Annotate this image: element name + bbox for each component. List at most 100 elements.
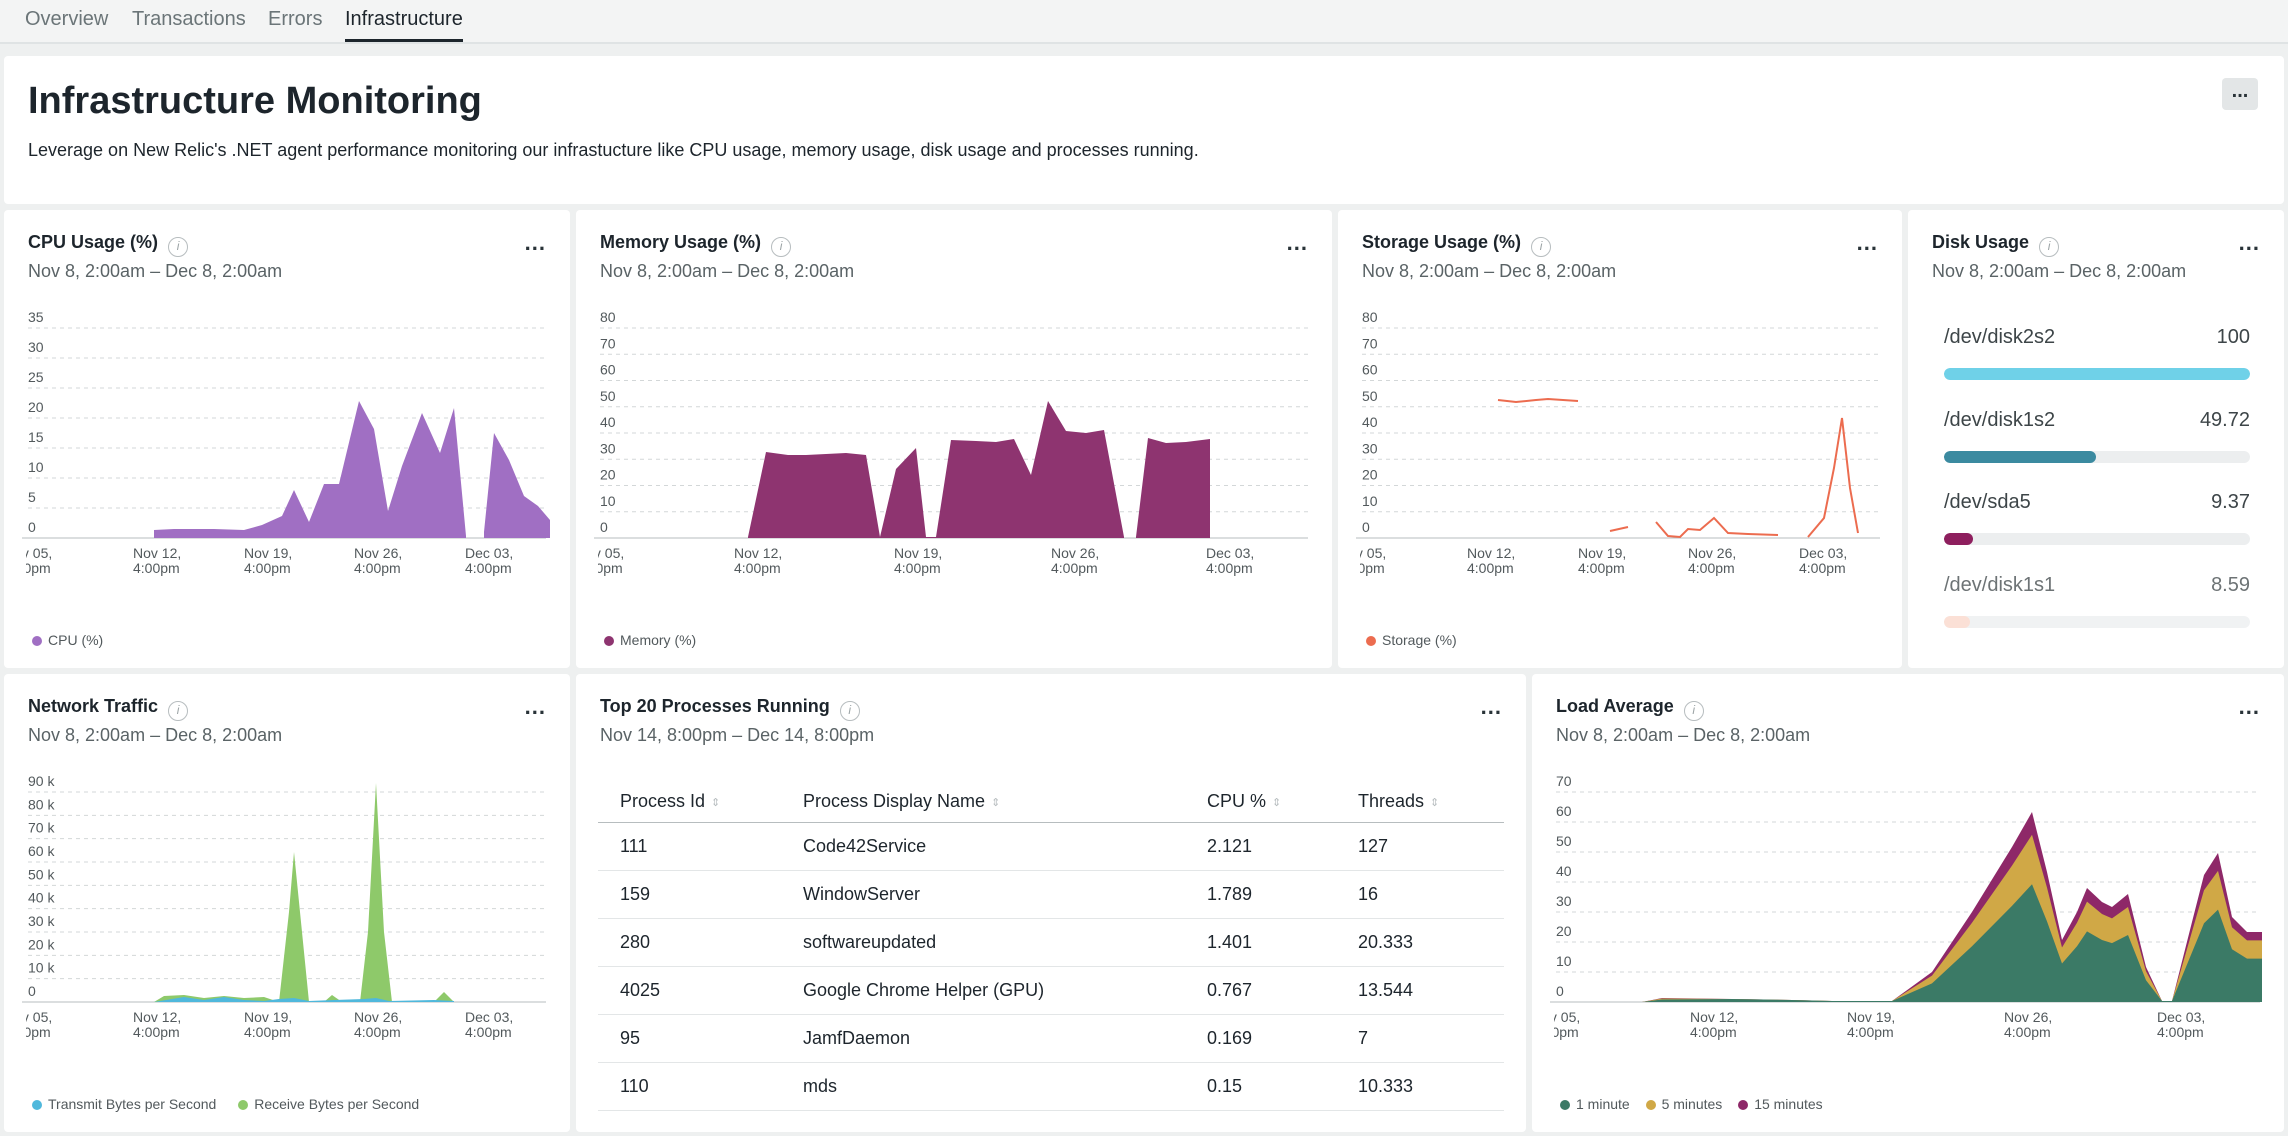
x-tick-label: Nov 19, <box>1847 1009 1895 1025</box>
widget-menu-button[interactable]: ... <box>1481 694 1502 720</box>
x-tick-label: 4:00pm <box>1578 560 1625 576</box>
y-tick-label: 50 <box>1362 388 1378 404</box>
widget-menu-button[interactable]: ... <box>2239 694 2260 720</box>
y-tick-label: 40 <box>600 414 616 430</box>
widget-time-range: Nov 8, 2:00am – Dec 8, 2:00am <box>28 261 283 281</box>
series-area <box>1136 438 1210 538</box>
x-tick-label: Dec 03, <box>1799 545 1847 561</box>
column-header-cpu[interactable]: CPU % ⇕ <box>1185 782 1336 823</box>
widget-menu-button[interactable]: ... <box>1857 230 1878 256</box>
table-cell: 0.767 <box>1185 966 1336 1015</box>
y-tick-label: 20 <box>28 399 44 415</box>
widget-menu-button[interactable]: ... <box>1287 230 1308 256</box>
table-row[interactable]: 95 JamfDaemon 0.169 7 <box>598 1014 1504 1063</box>
info-icon[interactable]: i <box>1683 701 1704 721</box>
x-tick-label: 4:00pm <box>1467 560 1514 576</box>
y-tick-label: 30 <box>1362 440 1378 456</box>
network-chart: 0 10 k 20 k 30 k 40 k 50 k 60 k 70 k 80 k 90 k Nov… <box>4 773 546 1040</box>
widget-menu-button[interactable]: ... <box>2239 230 2260 256</box>
disk-value: 49.72 <box>2199 409 2250 431</box>
table-cell: WindowServer <box>781 870 1185 919</box>
y-tick-label: 70 <box>1556 773 1572 789</box>
x-tick-label: Nov 05, <box>4 1009 52 1025</box>
processes-table: Process Id ⇕ Process Display Name ⇕ CPU % ⇕… <box>598 782 1504 1111</box>
tab-errors[interactable]: Errors <box>268 8 322 42</box>
table-row[interactable]: 4025 Google Chrome Helper (GPU) 0.767 13.54… <box>598 966 1504 1015</box>
header-menu-button[interactable]: ... <box>2222 78 2258 110</box>
widget-menu-button[interactable]: ... <box>525 230 546 256</box>
tab-infrastructure[interactable]: Infrastructure <box>345 8 463 42</box>
x-tick-label: Nov 26, <box>1051 545 1099 561</box>
x-tick-label: Dec 03, <box>465 1009 513 1025</box>
widget-menu-button[interactable]: ... <box>525 694 546 720</box>
chart-legend: Memory (%) <box>604 632 696 648</box>
processes-widget: Top 20 Processes Running i Nov 14, 8:00pm… <box>576 674 1526 1132</box>
y-tick-label: 40 k <box>28 890 55 906</box>
x-tick-label: 4:00pm <box>2157 1024 2204 1040</box>
table-row[interactable]: 110 mds 0.15 10.333 <box>598 1062 1504 1111</box>
cpu-chart: 05101520253035Nov 05,4:00pmNov 12,4:00pm… <box>22 309 550 576</box>
column-header-process-name[interactable]: Process Display Name ⇕ <box>781 782 1185 823</box>
x-tick-label: 4:00pm <box>1206 560 1253 576</box>
disk-bar <box>1944 533 2250 545</box>
table-cell: 159 <box>598 870 781 919</box>
x-tick-label: 4:00pm <box>1847 1024 1894 1040</box>
table-row[interactable]: 111 Code42Service 2.121 127 <box>598 822 1504 871</box>
x-tick-label: Dec 03, <box>465 545 513 561</box>
y-tick-label: 0 <box>28 983 36 999</box>
x-tick-label: Nov 19, <box>244 1009 292 1025</box>
load-widget: Load Average i Nov 8, 2:00am – Dec 8, 2:0… <box>1532 674 2284 1132</box>
table-cell: 0.169 <box>1185 1014 1336 1063</box>
chart-legend: 1 minute 5 minutes 15 minutes <box>1560 1096 1841 1112</box>
legend-swatch <box>238 1100 249 1110</box>
table-cell: 95 <box>598 1014 781 1063</box>
disk-bar <box>1944 368 2250 380</box>
x-tick-label: 4:00pm <box>244 560 291 576</box>
tab-transactions[interactable]: Transactions <box>132 8 246 42</box>
disk-bar-fill <box>1944 616 1971 628</box>
x-tick-label: 4:00pm <box>1690 1024 1737 1040</box>
x-tick-label: Nov 05, <box>576 545 624 561</box>
x-tick-label: 4:00pm <box>1688 560 1735 576</box>
page-title: Infrastructure Monitoring <box>28 80 482 122</box>
column-header-process-id[interactable]: Process Id ⇕ <box>598 782 781 823</box>
series-line <box>1655 516 1779 539</box>
table-cell: 4025 <box>598 966 781 1015</box>
y-tick-label: 20 k <box>28 936 55 952</box>
info-icon[interactable]: i <box>771 237 792 257</box>
info-icon[interactable]: i <box>1531 237 1552 257</box>
y-tick-label: 20 <box>1556 923 1572 939</box>
info-icon[interactable]: i <box>839 701 860 721</box>
y-tick-label: 60 <box>600 362 616 378</box>
info-icon[interactable]: i <box>168 701 189 721</box>
table-cell: 2.121 <box>1185 822 1336 871</box>
widget-title: Top 20 Processes Running i <box>600 696 860 721</box>
info-icon[interactable]: i <box>2039 237 2060 257</box>
info-icon[interactable]: i <box>168 237 189 257</box>
table-row[interactable]: 159 WindowServer 1.789 16 <box>598 870 1504 919</box>
x-tick-label: Nov 26, <box>2004 1009 2052 1025</box>
tab-overview[interactable]: Overview <box>25 8 108 42</box>
disk-value: 8.59 <box>2211 574 2250 596</box>
table-cell: 1.401 <box>1185 918 1336 967</box>
series-line <box>1609 526 1629 532</box>
table-row[interactable]: 280 softwareupdated 1.401 20.333 <box>598 918 1504 967</box>
disk-value: 9.37 <box>2211 491 2250 513</box>
sort-icon: ⇕ <box>991 796 1001 809</box>
y-tick-label: 30 <box>600 440 616 456</box>
x-tick-label: Nov 12, <box>1690 1009 1738 1025</box>
legend-swatch <box>32 636 42 646</box>
column-header-threads[interactable]: Threads ⇕ <box>1336 782 1504 823</box>
memory-widget: Memory Usage (%) i Nov 8, 2:00am – Dec 8,… <box>576 210 1332 668</box>
y-tick-label: 0 <box>28 519 36 535</box>
table-cell: 127 <box>1336 822 1504 871</box>
x-tick-label: Nov 26, <box>354 1009 402 1025</box>
x-tick-label: Nov 19, <box>894 545 942 561</box>
table-cell: 20.333 <box>1336 918 1504 967</box>
y-tick-label: 30 k <box>28 913 55 929</box>
widget-title: Load Average i <box>1556 696 1704 721</box>
x-tick-label: 4:00pm <box>1338 560 1385 576</box>
legend-swatch <box>604 636 614 646</box>
y-tick-label: 60 k <box>28 843 55 859</box>
x-tick-label: 4:00pm <box>4 1024 51 1040</box>
